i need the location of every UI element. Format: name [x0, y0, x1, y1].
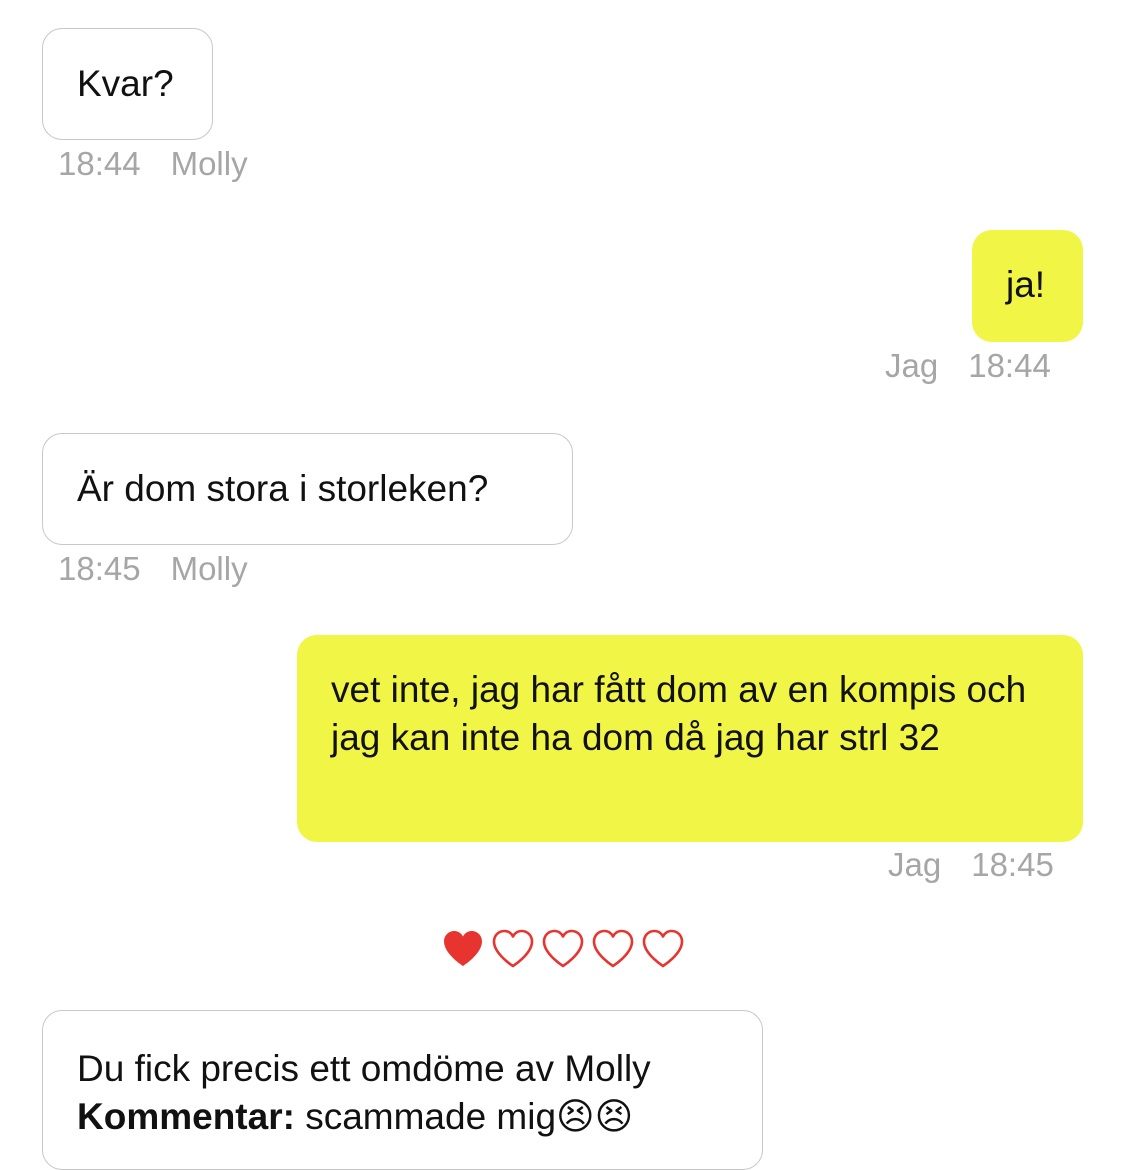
heart-filled-icon: [444, 931, 482, 966]
heart-outline-icon: [642, 929, 684, 968]
message-time: 18:45: [971, 846, 1054, 883]
review-comment: Kommentar: scammade mig😣😣: [77, 1093, 728, 1141]
message-text: vet inte, jag har fått dom av en kompis …: [331, 669, 1027, 758]
heart-outline-icon: [592, 929, 634, 968]
message-text: Är dom stora i storleken?: [77, 468, 489, 509]
review-comment-label: Kommentar:: [77, 1096, 295, 1137]
message-meta: 18:45 Molly: [58, 550, 248, 588]
message-sender: Molly: [170, 145, 248, 182]
heart-outline-icon: [542, 929, 584, 968]
message-text: ja!: [1006, 264, 1046, 305]
message-meta: Jag 18:44: [885, 347, 1051, 385]
message-bubble-outgoing[interactable]: ja!: [972, 230, 1083, 342]
message-time: 18:44: [968, 347, 1051, 384]
message-meta: 18:44 Molly: [58, 145, 248, 183]
message-sender: Jag: [885, 347, 939, 384]
message-bubble-incoming[interactable]: Kvar?: [42, 28, 213, 140]
heart-outline-icon: [492, 929, 534, 968]
message-text: Kvar?: [77, 63, 174, 104]
message-bubble-incoming[interactable]: Är dom stora i storleken?: [42, 433, 573, 545]
message-meta: Jag 18:45: [888, 846, 1054, 884]
rating-hearts: [441, 928, 685, 970]
message-sender: Jag: [888, 846, 942, 883]
message-bubble-outgoing[interactable]: vet inte, jag har fått dom av en kompis …: [297, 635, 1083, 842]
review-comment-text: scammade mig😣😣: [294, 1096, 634, 1137]
message-time: 18:45: [58, 550, 141, 587]
review-headline: Du fick precis ett omdöme av Molly: [77, 1048, 651, 1089]
message-time: 18:44: [58, 145, 141, 182]
review-card[interactable]: Du fick precis ett omdöme av Molly Komme…: [42, 1010, 763, 1170]
message-sender: Molly: [170, 550, 248, 587]
